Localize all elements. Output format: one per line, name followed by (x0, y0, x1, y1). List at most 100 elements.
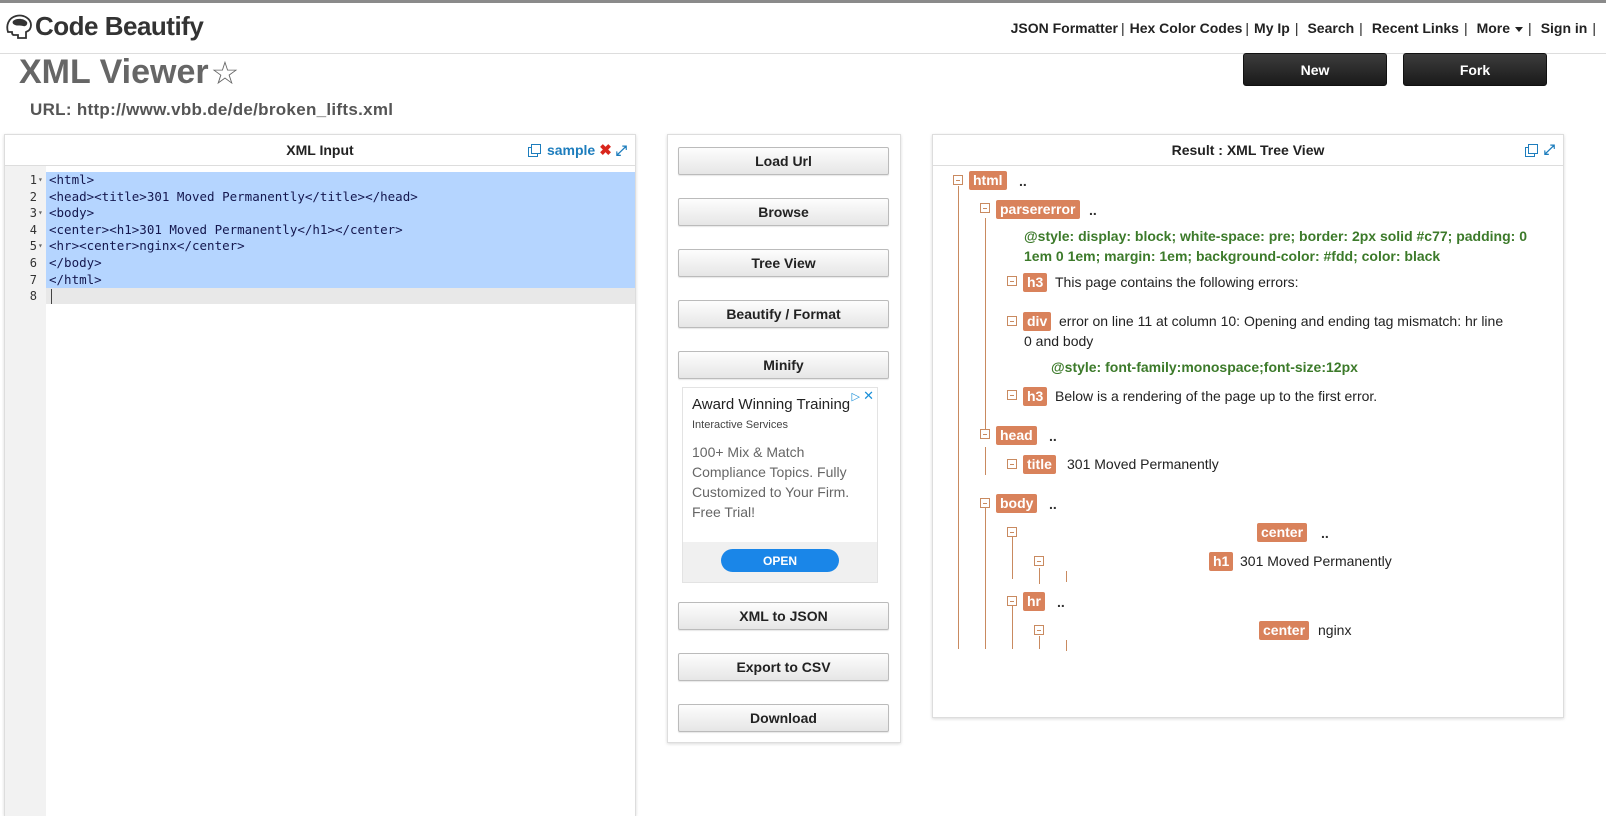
star-icon[interactable]: ☆ (211, 54, 240, 92)
code-text: </body> (49, 255, 102, 270)
code-text: <head><title>301 Moved Permanently</titl… (49, 188, 418, 204)
node-text: nginx (1318, 622, 1352, 638)
collapse-toggle[interactable] (1007, 276, 1017, 286)
top-nav: JSON Formatter | Hex Color Codes | My Ip | … (1010, 20, 1596, 36)
style-attribute-cont: 1em 0 1em; margin: 1em; background-color… (1024, 248, 1441, 264)
minify-button[interactable]: Minify (678, 351, 889, 379)
code-line[interactable]: 2 <head><title>301 Moved Permanently</tit… (5, 189, 634, 206)
collapse-toggle[interactable] (1007, 316, 1017, 326)
tree-node-center[interactable]: center (1257, 523, 1308, 542)
code-line[interactable]: 1 ▾ <html> (5, 172, 634, 189)
browse-button[interactable]: Browse (678, 198, 889, 226)
export-csv-button[interactable]: Export to CSV (678, 653, 889, 681)
tree-node-center[interactable]: center (1259, 621, 1310, 640)
collapse-toggle[interactable] (953, 175, 963, 185)
node-ellipsis: .. (1049, 428, 1057, 444)
xml-input-header: XML Input sample ✖ ⤢ (5, 135, 635, 166)
line-number: 8 (29, 289, 37, 304)
clear-icon[interactable]: ✖ (599, 141, 612, 159)
tree-node-html[interactable]: html (969, 171, 1007, 190)
nav-recent-links[interactable]: Recent Links (1372, 20, 1459, 36)
collapse-toggle[interactable] (1007, 527, 1017, 537)
nav-more-label: More (1476, 20, 1511, 36)
fullscreen-icon[interactable]: ⤢ (616, 142, 627, 159)
style-attribute: @style: font-family:monospace;font-size:… (1051, 359, 1358, 375)
code-text: <body> (49, 205, 95, 221)
tree-node-hr[interactable]: hr (1023, 592, 1045, 611)
fold-toggle-icon[interactable]: ▾ (38, 238, 43, 255)
node-text: Below is a rendering of the page up to t… (1055, 388, 1378, 404)
tree-node-h3[interactable]: h3 (1023, 273, 1048, 292)
copy-icon[interactable] (1524, 143, 1538, 157)
node-ellipsis: .. (1089, 202, 1097, 218)
line-number: 3 (29, 206, 37, 221)
result-tools: ⤢ (1524, 141, 1555, 158)
code-line[interactable]: 7 </html> (5, 272, 634, 289)
tree-view-button[interactable]: Tree View (678, 249, 889, 277)
line-number: 5 (29, 239, 37, 254)
collapse-toggle[interactable] (980, 498, 990, 508)
tree-node-parsererror[interactable]: parsererror (996, 200, 1080, 219)
tree-node-h1[interactable]: h1 (1209, 552, 1234, 571)
code-line[interactable]: 5 ▾ <hr><center>nginx</center> (5, 238, 634, 255)
result-title: Result : XML Tree View (1171, 142, 1325, 158)
xml-to-json-button[interactable]: XML to JSON (678, 602, 889, 630)
actions-panel: Load Url Browse Tree View Beautify / For… (667, 134, 901, 743)
fold-toggle-icon[interactable]: ▾ (38, 172, 43, 189)
adchoices-icon[interactable]: ▷ (852, 390, 860, 403)
text-cursor (51, 289, 52, 305)
load-url-button[interactable]: Load Url (678, 147, 889, 175)
ad-open-button[interactable]: OPEN (721, 549, 839, 572)
copy-icon[interactable] (527, 144, 541, 157)
collapse-toggle[interactable] (980, 429, 990, 439)
ad-body: 100+ Mix & Match Compliance Topics. Full… (692, 444, 850, 520)
code-line[interactable]: 4 <center><h1>301 Moved Permanently</h1><… (5, 222, 634, 239)
collapse-toggle[interactable] (980, 203, 990, 213)
tree-node-head[interactable]: head (996, 426, 1037, 445)
nav-hex-color-codes[interactable]: Hex Color Codes (1130, 20, 1243, 36)
new-button[interactable]: New (1243, 53, 1387, 86)
download-button[interactable]: Download (678, 704, 889, 732)
nav-sign-in[interactable]: Sign in (1541, 20, 1588, 36)
collapse-toggle[interactable] (1034, 556, 1044, 566)
collapse-toggle[interactable] (1034, 625, 1044, 635)
style-attribute: @style: display: block; white-space: pre… (1024, 228, 1527, 244)
loaded-url: URL: http://www.vbb.de/de/broken_lifts.x… (30, 100, 394, 119)
nav-json-formatter[interactable]: JSON Formatter (1011, 20, 1118, 36)
code-line[interactable]: 6 </body> (5, 255, 634, 272)
fold-toggle-icon[interactable]: ▾ (38, 205, 43, 222)
tree-node-body[interactable]: body (996, 494, 1038, 513)
page-title: XML Viewer ☆ (19, 53, 239, 92)
logo-text: Code Beautify (35, 11, 204, 41)
line-number: 6 (29, 256, 37, 270)
ad-close-icon[interactable]: ✕ (863, 388, 874, 404)
xml-code-editor[interactable]: 1 ▾ <html> 2 <head><title>301 Moved Permanen… (5, 166, 635, 816)
collapse-toggle[interactable] (1007, 596, 1017, 606)
code-line[interactable]: 8 (5, 288, 634, 305)
tree-node-title[interactable]: title (1023, 455, 1056, 474)
code-text: </html> (49, 271, 102, 287)
fullscreen-icon[interactable]: ⤢ (1544, 141, 1555, 158)
line-number: 7 (29, 272, 37, 287)
nav-more-dropdown[interactable]: More (1476, 20, 1524, 36)
ad-title[interactable]: Award Winning Training (692, 396, 850, 413)
brain-head-icon (6, 14, 32, 39)
collapse-toggle[interactable] (1007, 390, 1017, 400)
site-logo[interactable]: Code Beautify (4, 11, 204, 42)
xml-input-panel: XML Input sample ✖ ⤢ 1 ▾ <html> 2 <head><tit… (4, 134, 636, 816)
sample-link[interactable]: sample (547, 142, 595, 158)
nav-my-ip[interactable]: My Ip (1254, 20, 1290, 36)
code-line[interactable]: 3 ▾ <body> (5, 205, 634, 222)
xml-tree-view: html .. parsererror .. @style: display: … (933, 166, 1563, 717)
fork-button[interactable]: Fork (1403, 53, 1547, 86)
nav-search[interactable]: Search (1307, 20, 1354, 36)
beautify-format-button[interactable]: Beautify / Format (678, 300, 889, 328)
tree-node-div[interactable]: div (1023, 312, 1052, 331)
tree-node-h3[interactable]: h3 (1023, 387, 1048, 406)
advertisement[interactable]: Award Winning Training Interactive Servi… (682, 387, 878, 583)
line-number: 2 (29, 189, 37, 204)
caret-down-icon (1515, 26, 1524, 32)
node-ellipsis: .. (1057, 594, 1065, 610)
result-header: Result : XML Tree View ⤢ (933, 135, 1563, 166)
collapse-toggle[interactable] (1007, 459, 1017, 469)
